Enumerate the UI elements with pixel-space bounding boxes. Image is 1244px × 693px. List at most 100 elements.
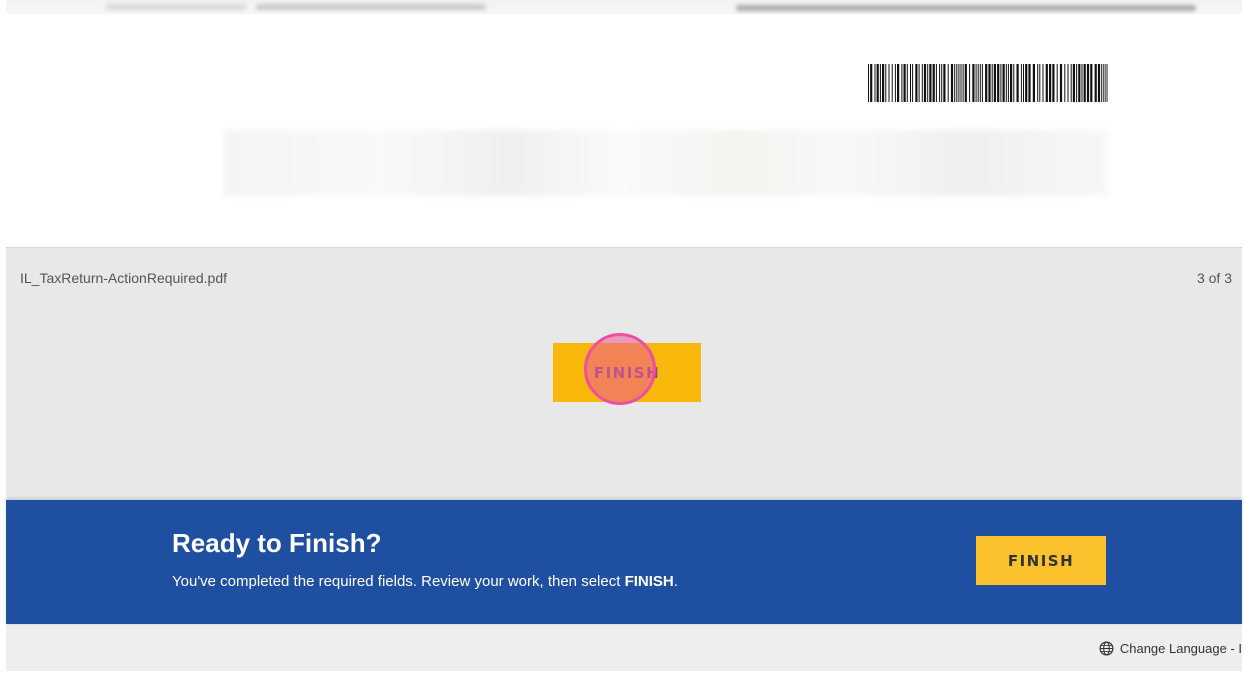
barcode-bar — [991, 64, 993, 102]
barcode-bar — [1002, 64, 1005, 102]
barcode-bar — [1067, 64, 1069, 102]
barcode-bar — [915, 64, 918, 102]
barcode-bar — [868, 64, 869, 102]
barcode-bar — [939, 64, 941, 102]
barcode-bar — [1064, 64, 1066, 102]
finish-button[interactable]: FINISH — [976, 536, 1106, 585]
barcode-bar — [882, 64, 885, 102]
barcode-bar — [985, 64, 988, 102]
barcode-bar — [950, 64, 954, 102]
barcode-bar — [910, 64, 911, 102]
barcode-bar — [993, 64, 996, 102]
barcode-bar — [956, 64, 958, 102]
barcode-bar — [1056, 64, 1058, 102]
barcode-bar — [1023, 64, 1024, 102]
barcode-bar — [1049, 64, 1052, 102]
barcode-bar — [888, 64, 890, 102]
barcode-bar — [969, 64, 971, 102]
barcode-bar — [1039, 64, 1041, 102]
barcode-bar — [1016, 64, 1019, 102]
barcode-bar — [1083, 64, 1086, 102]
barcode-bar — [1107, 64, 1108, 102]
barcode-bar — [906, 64, 908, 102]
banner-message: You've completed the required fields. Re… — [172, 573, 678, 590]
barcode-bar — [932, 64, 935, 102]
barcode-bar — [1005, 64, 1007, 102]
barcode-bar — [891, 64, 893, 102]
barcode-bar — [1070, 64, 1072, 102]
barcode-bar — [1010, 64, 1013, 102]
barcode-bar — [947, 64, 949, 102]
barcode-bar — [958, 64, 960, 102]
barcode-bar — [1090, 64, 1093, 102]
barcode-bar — [1013, 64, 1015, 102]
barcode-bar — [879, 64, 881, 102]
page-indicator: 3 of 3 — [1196, 270, 1232, 286]
barcode-bar — [874, 64, 876, 102]
barcode-bar — [1000, 64, 1002, 102]
barcode-bar — [1105, 64, 1107, 102]
change-language-label: Change Language - I — [1119, 641, 1242, 656]
barcode-bar — [1020, 64, 1022, 102]
barcode-bar — [1007, 64, 1009, 102]
barcode-bar — [960, 64, 962, 102]
change-language-link[interactable]: Change Language - I — [1099, 641, 1242, 656]
barcode-bar — [870, 64, 873, 102]
barcode-bar — [1042, 64, 1044, 102]
banner-message-emphasis: FINISH — [624, 573, 674, 590]
barcode-bar — [1025, 64, 1028, 102]
barcode-bar — [988, 64, 991, 102]
document-signing-screen: IL_TaxReturn-ActionRequired.pdf 3 of 3 F… — [0, 0, 1244, 693]
barcode-bar — [1059, 64, 1063, 102]
barcode-bar — [941, 64, 943, 102]
blurred-text-line — [106, 4, 246, 10]
barcode-bar — [1045, 64, 1048, 102]
barcode-bar — [1028, 64, 1031, 102]
barcode-bar — [979, 64, 981, 102]
blurred-text-line — [736, 5, 1196, 11]
barcode-bar — [923, 64, 927, 102]
blurred-text-line — [256, 4, 486, 10]
document-page — [6, 0, 1242, 247]
barcode-bar — [1097, 64, 1101, 102]
barcode-bar — [975, 64, 977, 102]
barcode-bar — [1032, 64, 1035, 102]
barcode-bar — [1094, 64, 1097, 102]
file-name-label: IL_TaxReturn-ActionRequired.pdf — [20, 270, 228, 286]
barcode-bar — [901, 64, 903, 102]
banner-message-end: . — [673, 573, 678, 590]
banner-title: Ready to Finish? — [172, 528, 382, 558]
barcode-bar — [964, 64, 967, 102]
barcode-bar — [912, 64, 914, 102]
barcode-bar — [1052, 64, 1055, 102]
barcode-bar — [972, 64, 975, 102]
barcode-bar — [894, 64, 896, 102]
barcode-bar — [921, 64, 923, 102]
barcode-bar — [1072, 64, 1075, 102]
finish-tag-button[interactable]: FINISH — [553, 343, 701, 402]
barcode-bar — [935, 64, 937, 102]
barcode-bar — [927, 64, 929, 102]
barcode-icon — [868, 64, 1108, 102]
document-viewer-area: IL_TaxReturn-ActionRequired.pdf 3 of 3 F… — [6, 247, 1242, 501]
footer-bar: Change Language - I — [6, 624, 1242, 671]
barcode-bar — [1103, 64, 1105, 102]
barcode-bar — [1101, 64, 1103, 102]
banner-message-text: You've completed the required fields. Re… — [172, 573, 625, 590]
barcode-bar — [962, 64, 964, 102]
globe-icon — [1099, 641, 1114, 656]
barcode-bar — [903, 64, 906, 102]
barcode-bar — [929, 64, 932, 102]
ready-to-finish-banner: Ready to Finish? You've completed the re… — [6, 500, 1242, 624]
barcode-bar — [943, 64, 946, 102]
barcode-bar — [1078, 64, 1081, 102]
blurred-document-content — [224, 130, 1108, 196]
barcode-bar — [918, 64, 920, 102]
barcode-bar — [997, 64, 1000, 102]
barcode-bar — [885, 64, 887, 102]
barcode-bar — [1076, 64, 1078, 102]
barcode-bar — [1037, 64, 1039, 102]
barcode-bar — [897, 64, 900, 102]
barcode-bar — [977, 64, 979, 102]
barcode-bar — [876, 64, 879, 102]
